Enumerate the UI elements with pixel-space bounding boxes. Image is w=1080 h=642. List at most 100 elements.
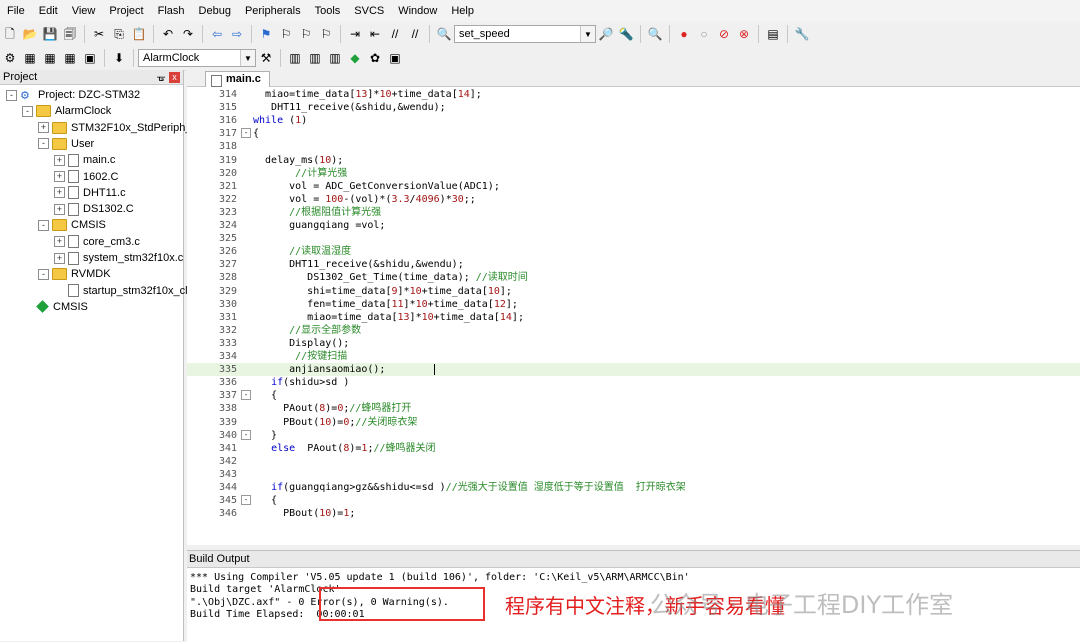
- code-line[interactable]: 335 anjiansaomiao();: [187, 363, 1080, 377]
- run-time-env-icon[interactable]: ◆: [347, 50, 363, 66]
- stop-build-icon[interactable]: ▣: [82, 50, 98, 66]
- menu-item-edit[interactable]: Edit: [32, 0, 65, 22]
- code-line[interactable]: 342: [187, 455, 1080, 468]
- code-line[interactable]: 326 //读取温湿度: [187, 245, 1080, 258]
- tree-item[interactable]: + system_stm32f10x.c: [54, 250, 183, 266]
- pin-icon[interactable]: ᚗ: [157, 72, 165, 83]
- tree-item[interactable]: - User: [38, 136, 94, 152]
- find-in-files-icon[interactable]: 🔍: [436, 26, 452, 42]
- menu-item-svcs[interactable]: SVCS: [347, 0, 391, 22]
- menu-item-help[interactable]: Help: [444, 0, 481, 22]
- breakpoint-icon[interactable]: ●: [676, 26, 692, 42]
- tab-main-c[interactable]: main.c: [205, 71, 270, 87]
- code-line[interactable]: 320 //计算光强: [187, 167, 1080, 180]
- code-line[interactable]: 334 //按键扫描: [187, 350, 1080, 363]
- debug-start-icon[interactable]: 🔍: [647, 26, 663, 42]
- comment-icon[interactable]: //: [387, 26, 403, 42]
- undo-icon[interactable]: ↶: [160, 26, 176, 42]
- code-line[interactable]: 343: [187, 468, 1080, 481]
- tree-item[interactable]: CMSIS: [22, 299, 88, 315]
- fold-icon[interactable]: -: [241, 429, 251, 440]
- nav-back-icon[interactable]: ⇦: [209, 26, 225, 42]
- code-line[interactable]: 314 miao=time_data[13]*10+time_data[14];: [187, 88, 1080, 101]
- uncomment-icon[interactable]: //: [407, 26, 423, 42]
- tree-item[interactable]: + DS1302.C: [54, 201, 134, 217]
- close-icon[interactable]: x: [169, 71, 180, 83]
- code-line[interactable]: 321 vol = ADC_GetConversionValue(ADC1);: [187, 180, 1080, 193]
- collapse-icon[interactable]: -: [38, 268, 49, 280]
- tree-item[interactable]: - AlarmClock: [22, 103, 111, 119]
- breakpoint-disable-icon[interactable]: ○: [696, 26, 712, 42]
- expand-icon[interactable]: +: [54, 203, 65, 215]
- cut-icon[interactable]: ✂: [91, 26, 107, 42]
- pack-installer-icon[interactable]: ✿: [367, 50, 383, 66]
- translate-icon[interactable]: ⚙: [2, 50, 18, 66]
- rebuild-icon[interactable]: ▦: [42, 50, 58, 66]
- build-icon[interactable]: ▦: [22, 50, 38, 66]
- select-packs-icon[interactable]: ▥: [327, 50, 343, 66]
- code-line[interactable]: 322 vol = 100-(vol)*(3.3/4096)*30;;: [187, 193, 1080, 206]
- incremental-find-icon[interactable]: 🔎: [598, 26, 614, 42]
- breakpoint-disable-all-icon[interactable]: ⊘: [716, 26, 732, 42]
- configure-icon[interactable]: 🔧: [794, 26, 810, 42]
- new-file-icon[interactable]: 🗋: [2, 26, 18, 42]
- bookmark-clear-icon[interactable]: ⚐: [318, 26, 334, 42]
- batch-build-icon[interactable]: ▦: [62, 50, 78, 66]
- code-line[interactable]: 329 shi=time_data[9]*10+time_data[10];: [187, 285, 1080, 298]
- paste-icon[interactable]: 📋: [131, 26, 147, 42]
- code-line[interactable]: 333 Display();: [187, 337, 1080, 350]
- code-line[interactable]: 323 //根据阻值计算光强: [187, 206, 1080, 219]
- expand-icon[interactable]: +: [38, 122, 49, 134]
- collapse-icon[interactable]: -: [38, 219, 49, 231]
- bookmark-prev-icon[interactable]: ⚐: [278, 26, 294, 42]
- code-line[interactable]: 318: [187, 140, 1080, 153]
- menu-item-tools[interactable]: Tools: [308, 0, 348, 22]
- code-line[interactable]: 340- }: [187, 429, 1080, 442]
- code-line[interactable]: 324 guangqiang =vol;: [187, 219, 1080, 232]
- save-icon[interactable]: 💾: [42, 26, 58, 42]
- expand-icon[interactable]: +: [54, 154, 65, 166]
- menu-item-window[interactable]: Window: [391, 0, 444, 22]
- open-folder-icon[interactable]: 📂: [22, 26, 38, 42]
- fold-icon[interactable]: -: [241, 390, 251, 401]
- fold-icon[interactable]: -: [241, 128, 251, 139]
- manage-components-icon[interactable]: ▥: [307, 50, 323, 66]
- code-line[interactable]: 316 while (1): [187, 114, 1080, 127]
- code-line[interactable]: 346 PBout(10)=1;: [187, 507, 1080, 520]
- nav-forward-icon[interactable]: ⇨: [229, 26, 245, 42]
- unindent-icon[interactable]: ⇤: [367, 26, 383, 42]
- tree-item[interactable]: - CMSIS: [38, 217, 106, 233]
- download-icon[interactable]: ⬇: [111, 50, 127, 66]
- indent-icon[interactable]: ⇥: [347, 26, 363, 42]
- code-line[interactable]: 325: [187, 232, 1080, 245]
- menu-item-view[interactable]: View: [65, 0, 103, 22]
- target-combo[interactable]: AlarmClock ▼: [138, 49, 256, 67]
- collapse-icon[interactable]: -: [6, 89, 17, 101]
- tree-item[interactable]: + main.c: [54, 152, 115, 168]
- expand-icon[interactable]: +: [54, 171, 65, 182]
- collapse-icon[interactable]: -: [22, 105, 33, 117]
- pack-icon[interactable]: ▣: [387, 50, 403, 66]
- code-line[interactable]: 319 delay_ms(10);: [187, 154, 1080, 167]
- tree-item[interactable]: - RVMDK: [38, 266, 111, 282]
- code-line[interactable]: 337- {: [187, 389, 1080, 402]
- menu-item-file[interactable]: File: [0, 0, 32, 22]
- menu-item-debug[interactable]: Debug: [192, 0, 238, 22]
- code-line[interactable]: 332 //显示全部参数: [187, 324, 1080, 337]
- bookmark-icon[interactable]: ⚑: [258, 26, 274, 42]
- tree-item[interactable]: - ⚙ Project: DZC-STM32: [6, 87, 140, 103]
- find-icon[interactable]: 🔦: [618, 26, 634, 42]
- chevron-down-icon[interactable]: ▼: [580, 26, 595, 42]
- menu-item-flash[interactable]: Flash: [151, 0, 192, 22]
- code-line[interactable]: 315 DHT11_receive(&shidu,&wendu);: [187, 101, 1080, 114]
- expand-icon[interactable]: +: [54, 187, 65, 199]
- redo-icon[interactable]: ↷: [180, 26, 196, 42]
- tree-item[interactable]: startup_stm32f10x_cl.: [54, 283, 191, 299]
- window-layout-icon[interactable]: ▤: [765, 26, 781, 42]
- code-line[interactable]: 345- {: [187, 494, 1080, 507]
- code-line[interactable]: 330 fen=time_data[11]*10+time_data[12];: [187, 298, 1080, 311]
- collapse-icon[interactable]: -: [38, 138, 49, 150]
- code-line[interactable]: 338 PAout(8)=0;//蜂鸣器打开: [187, 402, 1080, 415]
- tree-item[interactable]: + DHT11.c: [54, 185, 126, 201]
- code-line[interactable]: 328 DS1302_Get_Time(time_data); //读取时间: [187, 271, 1080, 284]
